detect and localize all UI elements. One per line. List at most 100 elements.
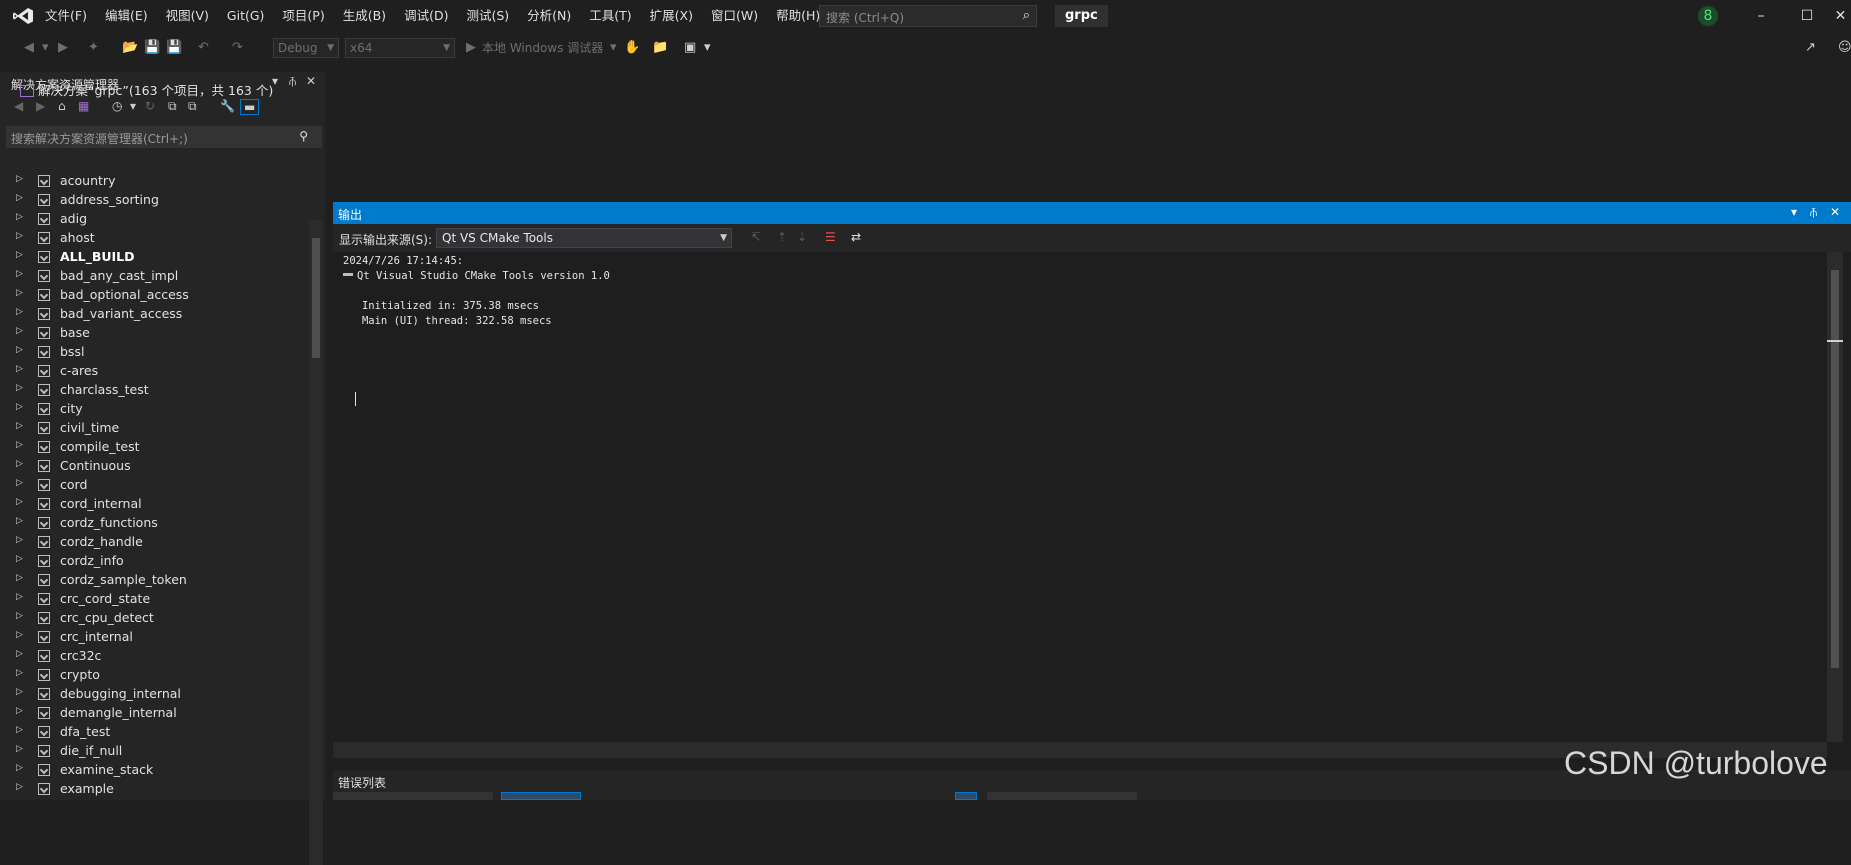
project-node[interactable]: ▷ cord [0, 476, 308, 495]
project-node[interactable]: ▷ dfa_test [0, 723, 308, 742]
minimize-button[interactable]: – [1738, 0, 1784, 32]
expand-arrow-icon[interactable]: ▷ [16, 554, 23, 564]
expand-arrow-icon[interactable]: ▷ [16, 630, 23, 640]
dropdown-arrow-icon[interactable]: ▾ [610, 39, 617, 57]
solution-platform-select[interactable]: x64 ▼ [345, 38, 455, 58]
expand-arrow-icon[interactable]: ▷ [16, 649, 23, 659]
find-message-icon[interactable]: ↸ [751, 230, 761, 244]
undo-icon[interactable]: ↶ [198, 39, 209, 57]
project-node[interactable]: ▷ die_if_null [0, 742, 308, 761]
visual-studio-logo-icon[interactable] [12, 7, 34, 25]
menu-item[interactable]: 文件(F) [36, 0, 96, 32]
expand-arrow-icon[interactable]: ▷ [16, 269, 23, 279]
menu-item[interactable]: 生成(B) [334, 0, 395, 32]
error-list-tab[interactable]: 错误列表 [338, 774, 386, 791]
project-node[interactable]: ▷ Continuous [0, 457, 308, 476]
vertical-scrollbar[interactable] [309, 220, 323, 865]
menu-item[interactable]: 窗口(W) [702, 0, 767, 32]
toolbar-overflow-icon[interactable]: ▾ [704, 39, 711, 57]
back-icon[interactable]: ◀ [14, 99, 23, 113]
expand-arrow-icon[interactable]: ▷ [16, 193, 23, 203]
expand-arrow-icon[interactable]: ▷ [16, 459, 23, 469]
expand-arrow-icon[interactable]: ▷ [16, 497, 23, 507]
word-wrap-icon[interactable]: ⇄ [851, 230, 861, 244]
project-node[interactable]: ▷ demangle_internal [0, 704, 308, 723]
navigate-forward-icon[interactable]: ▶ [58, 39, 68, 57]
scrollbar-thumb[interactable] [1831, 270, 1839, 668]
pin-icon[interactable]: ⫚ [289, 74, 296, 89]
expand-arrow-icon[interactable]: ▷ [16, 383, 23, 393]
project-node[interactable]: ▷ bad_any_cast_impl [0, 267, 308, 286]
output-source-select[interactable]: Qt VS CMake Tools ▼ [436, 228, 732, 248]
error-list-filter[interactable] [333, 792, 493, 800]
menu-item[interactable]: 项目(P) [273, 0, 333, 32]
expand-arrow-icon[interactable]: ▷ [16, 345, 23, 355]
project-node[interactable]: ▷ ahost [0, 229, 308, 248]
expand-arrow-icon[interactable]: ▷ [16, 440, 23, 450]
vertical-scrollbar[interactable] [1827, 252, 1843, 742]
dropdown-arrow-icon[interactable]: ▾ [42, 39, 49, 57]
run-target-label[interactable]: 本地 Windows 调试器 [482, 39, 603, 57]
solution-explorer-search-input[interactable]: 搜索解决方案资源管理器(Ctrl+;) ⚲ [6, 126, 322, 148]
redo-icon[interactable]: ↷ [232, 39, 243, 57]
forward-icon[interactable]: ▶ [36, 99, 45, 113]
project-node[interactable]: ▷ base [0, 324, 308, 343]
menu-item[interactable]: 扩展(X) [641, 0, 702, 32]
solution-configuration-select[interactable]: Debug ▼ [273, 38, 339, 58]
show-all-files-icon[interactable]: ⧉ [188, 99, 197, 114]
project-node[interactable]: ▷ example [0, 780, 308, 799]
notification-count-badge[interactable]: 8 [1698, 6, 1718, 26]
menu-item[interactable]: 调试(D) [395, 0, 457, 32]
project-node[interactable]: ▷ cordz_info [0, 552, 308, 571]
solution-root-node[interactable]: 解决方案“grpc”(163 个项目，共 163 个) [20, 80, 273, 99]
project-node[interactable]: ▷ examine_stack [0, 761, 308, 780]
scrollbar-thumb[interactable] [312, 238, 320, 358]
menu-item[interactable]: 测试(S) [457, 0, 518, 32]
project-node[interactable]: ▷ c-ares [0, 362, 308, 381]
screenshot-icon[interactable]: ▣ [684, 39, 696, 57]
expand-arrow-icon[interactable]: ▷ [16, 744, 23, 754]
project-node[interactable]: ▷ bad_optional_access [0, 286, 308, 305]
project-node[interactable]: ▷ adig [0, 210, 308, 229]
menu-item[interactable]: Git(G) [218, 0, 274, 32]
preview-selected-icon[interactable]: ▬ [240, 99, 260, 115]
pin-icon[interactable]: ⫚ [1810, 205, 1817, 220]
expand-arrow-icon[interactable]: ▷ [16, 573, 23, 583]
warning-count-button[interactable] [955, 792, 977, 800]
expand-arrow-icon[interactable]: ▷ [16, 478, 23, 488]
project-node[interactable]: ▷ civil_time [0, 419, 308, 438]
switch-views-icon[interactable]: ▦ [78, 99, 89, 113]
expand-arrow-icon[interactable]: ▷ [16, 535, 23, 545]
pending-changes-filter-icon[interactable]: ◷ [112, 99, 122, 113]
error-count-button[interactable] [501, 792, 581, 800]
folder-icon[interactable]: 📁 [652, 39, 668, 57]
sync-icon[interactable]: ↻ [145, 99, 155, 113]
expand-arrow-icon[interactable]: ▷ [16, 706, 23, 716]
navigate-back-icon[interactable]: ◀ [24, 39, 34, 57]
save-all-icon[interactable]: 💾 [166, 39, 182, 57]
collapse-all-icon[interactable]: ⧉ [168, 99, 177, 114]
project-node[interactable]: ▷ crc_internal [0, 628, 308, 647]
project-node[interactable]: ▷ crc_cord_state [0, 590, 308, 609]
close-icon[interactable]: ✕ [306, 74, 316, 88]
properties-wrench-icon[interactable]: 🔧 [220, 99, 235, 113]
open-file-icon[interactable]: 📂 [122, 39, 138, 57]
global-search-input[interactable]: 搜索 (Ctrl+Q) ⌕ [819, 5, 1037, 27]
expand-arrow-icon[interactable]: ▷ [16, 668, 23, 678]
outline-collapse-icon[interactable] [343, 273, 353, 276]
project-node[interactable]: ▷ address_sorting [0, 191, 308, 210]
window-position-dropdown-icon[interactable]: ▾ [1791, 205, 1797, 219]
solution-name-badge[interactable]: grpc [1055, 5, 1108, 27]
clear-all-icon[interactable]: ☰ [825, 230, 836, 244]
project-node[interactable]: ▷ bssl [0, 343, 308, 362]
expand-arrow-icon[interactable]: ▷ [16, 231, 23, 241]
project-node[interactable]: ▷ cordz_sample_token [0, 571, 308, 590]
start-debugging-icon[interactable]: ▶ [466, 39, 476, 57]
expand-arrow-icon[interactable]: ▷ [16, 763, 23, 773]
expand-arrow-icon[interactable]: ▷ [16, 326, 23, 336]
expand-arrow-icon[interactable]: ▷ [16, 725, 23, 735]
output-text[interactable]: 2024/7/26 17:14:45: Qt Visual Studio CMa… [343, 254, 1823, 724]
project-node[interactable]: ▷ city [0, 400, 308, 419]
expand-arrow-icon[interactable]: ▷ [16, 307, 23, 317]
menu-item[interactable]: 编辑(E) [96, 0, 157, 32]
